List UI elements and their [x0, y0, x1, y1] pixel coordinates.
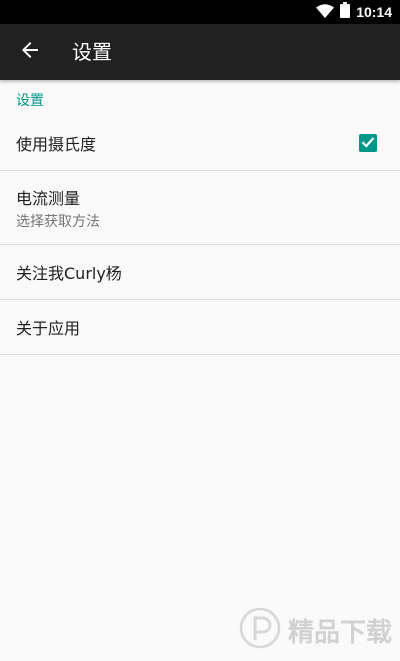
app-toolbar: 设置: [0, 24, 400, 80]
battery-icon: [340, 2, 351, 22]
pref-current-title: 电流测量: [16, 188, 81, 208]
watermark-text: 精品下载: [287, 616, 392, 647]
back-button[interactable]: [10, 32, 50, 72]
pref-current-measurement[interactable]: 电流测量 选择获取方法: [0, 171, 400, 245]
pref-about-title: 关于应用: [16, 319, 81, 338]
watermark: 精品下载: [238, 607, 392, 653]
celsius-checkbox[interactable]: [359, 134, 377, 152]
section-header: 设置: [16, 93, 44, 109]
arrow-back-icon: [21, 41, 39, 63]
preferences-list: 设置 使用摄氏度 电流测量 选择获取方法 关注我Curly杨 关于应用: [0, 80, 400, 355]
check-icon: [361, 134, 375, 153]
pref-follow-me[interactable]: 关注我Curly杨: [0, 245, 400, 300]
wifi-icon: [316, 3, 335, 22]
pref-current-summary: 选择获取方法: [16, 213, 100, 230]
page-title: 设置: [72, 40, 112, 64]
pref-follow-title: 关注我Curly杨: [16, 264, 122, 283]
status-time: 10:14: [356, 4, 392, 20]
pref-celsius[interactable]: 使用摄氏度: [0, 116, 400, 171]
status-bar: 10:14: [0, 0, 400, 24]
pref-about[interactable]: 关于应用: [0, 300, 400, 355]
pref-celsius-title: 使用摄氏度: [16, 135, 97, 154]
watermark-logo-icon: [238, 606, 282, 654]
status-icons: 10:14: [316, 0, 392, 24]
